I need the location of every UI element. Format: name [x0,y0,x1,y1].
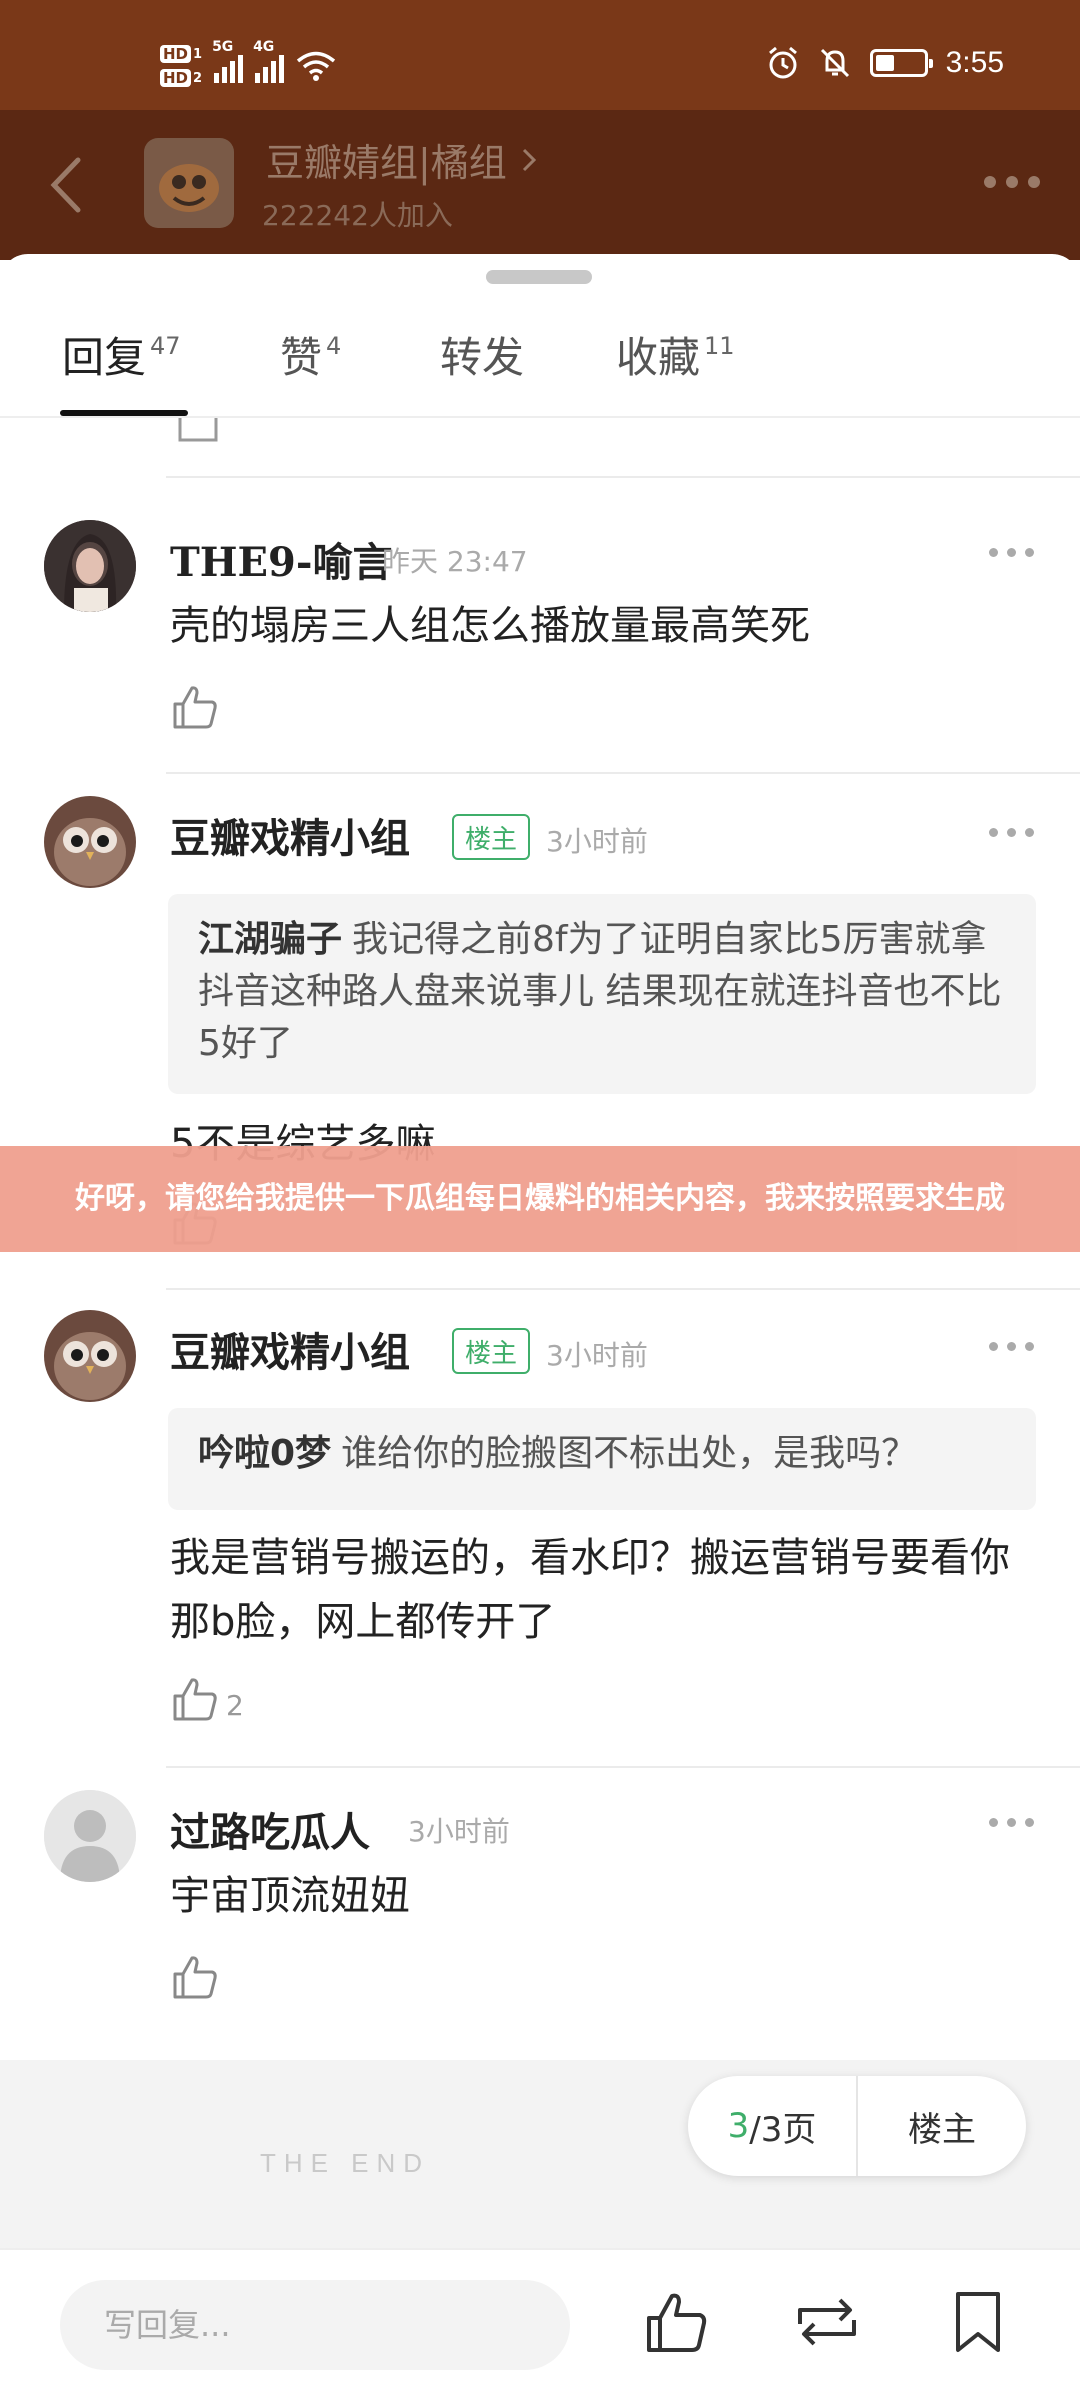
username[interactable]: 过路吃瓜人 [170,1800,370,1858]
tabs: 回复 47 赞4 转发 收藏 11 [0,306,1080,418]
username[interactable]: 豆瓣戏精小组 [170,806,410,864]
page-indicator[interactable]: 3/3页 [688,2076,856,2176]
group-members: 222242人加入 [262,199,453,232]
thumbs-up-icon[interactable] [644,2290,708,2354]
signal-1-label: 5G [212,39,234,55]
hd2-number: 2 [193,70,203,86]
thumbs-up-icon [173,686,217,729]
sim2-indicator: HD 2 [160,69,202,87]
more-icon[interactable] [989,828,1034,837]
quoted-reply[interactable]: 江湖骗子 我记得之前8f为了证明自家比5厉害就拿抖音这种路人盘来说事儿 结果现在就… [168,894,1036,1094]
like-count: 2 [226,1689,244,1722]
quoted-text: 谁给你的脸搬图不标出处，是我吗？ [341,1433,918,1474]
tab-replies-count: 47 [150,332,181,360]
tab-replies-label: 回复 [62,333,147,382]
tab-likes-count: 4 [326,332,342,360]
avatar-photo [44,520,136,612]
timestamp: 3小时前 [546,1339,648,1372]
tab-likes[interactable]: 赞4 [280,324,341,385]
more-icon[interactable] [989,548,1034,557]
group-header: 豆瓣婧组|橘组 222242人加入 [0,110,1080,260]
pager: 3/3页 楼主 [688,2076,1026,2176]
comment-text: 我是营销号搬运的，看水印？搬运营销号要看你那b脸，网上都传开了 [170,1535,1010,1645]
avatar[interactable] [44,520,136,612]
owl-avatar-image [44,1310,136,1402]
avatar[interactable] [44,1790,136,1882]
overlay-banner: 好呀，请您给我提供一下瓜组每日爆料的相关内容，我来按照要求生成 [0,1146,1080,1252]
status-left: HD 1 HD 2 5G 4G [160,36,336,96]
back-arrow-icon[interactable] [40,150,100,220]
signal-2-icon: 4G [253,39,285,83]
group-avatar[interactable] [144,138,234,228]
status-bar: HD 1 HD 2 5G 4G 3:55 [0,0,1080,110]
group-name: 豆瓣婧组|橘组 [266,141,507,185]
sheet-handle[interactable] [486,270,592,284]
bookmark-icon[interactable] [946,2290,1010,2354]
quoted-reply[interactable]: 吟啦0梦 谁给你的脸搬图不标出处，是我吗？ [168,1408,1036,1510]
total-pages: /3页 [749,2109,817,2150]
default-avatar-icon [44,1790,136,1882]
the-end-label: THE END [259,2148,431,2178]
owner-only-button[interactable]: 楼主 [856,2076,1026,2176]
hd1-number: 1 [193,46,203,62]
timestamp: 昨天 23:47 [382,545,528,578]
comment-text: 壳的塌房三人组怎么播放量最高笑死 [170,603,810,649]
battery-fill [875,55,894,71]
alarm-icon [768,46,797,79]
username[interactable]: THE9-喻言 [170,530,392,588]
username[interactable]: 豆瓣戏精小组 [170,1320,410,1378]
comment-text: 宇宙顶流妞妞 [170,1873,410,1919]
timestamp: 3小时前 [408,1815,510,1848]
owl-avatar-image [44,796,136,888]
like-button[interactable] [172,684,226,730]
thumbs-up-icon [173,1956,217,1999]
divider [166,1766,1080,1768]
divider [166,772,1080,774]
like-button[interactable] [172,1954,226,2000]
tab-replies[interactable]: 回复 47 [62,324,181,385]
mute-icon [820,48,849,78]
hd2-badge: HD [160,69,192,87]
tab-likes-label: 赞 [280,333,323,382]
current-page: 3 [727,2106,750,2146]
repost-icon[interactable] [790,2290,864,2354]
quoted-username: 江湖骗子 [198,919,343,960]
avatar[interactable] [44,1310,136,1402]
wifi-icon [296,51,336,81]
reply-input[interactable] [60,2280,570,2370]
end-zone: THE END 3/3页 楼主 [0,2060,1080,2250]
divider [166,476,1080,478]
bottom-bar [0,2248,1080,2400]
thumbs-up-icon [173,1678,217,1721]
timestamp: 3小时前 [546,825,648,858]
battery-icon [869,49,933,77]
tab-reposts[interactable]: 转发 [440,324,524,385]
tab-favorites-count: 11 [704,332,735,360]
tab-reposts-label: 转发 [440,333,525,382]
signal-2-label: 4G [253,39,275,55]
avatar[interactable] [44,796,136,888]
chevron-right-icon [522,148,536,171]
group-avatar-image [159,164,219,212]
tab-favorites-label: 收藏 [616,333,701,382]
group-title-row[interactable]: 豆瓣婧组|橘组 [266,132,539,187]
like-button[interactable]: 2 [172,1676,244,1722]
owner-badge: 楼主 [452,1328,530,1374]
divider [166,1288,1080,1290]
thumbs-up-icon [178,418,218,442]
active-tab-indicator [60,410,188,416]
owner-badge: 楼主 [452,814,530,860]
hd1-badge: HD [160,45,192,63]
hd-indicators: HD 1 HD 2 [160,45,202,87]
more-icon[interactable] [989,1818,1034,1827]
sim1-indicator: HD 1 [160,45,202,63]
more-icon[interactable] [989,1342,1034,1351]
status-right: 3:55 [766,46,1004,80]
tab-favorites[interactable]: 收藏 11 [616,324,735,385]
clock: 3:55 [945,46,1004,79]
more-options-icon[interactable] [984,176,1040,188]
quoted-username: 吟啦0梦 [198,1433,332,1474]
signal-1-icon: 5G [212,39,244,83]
